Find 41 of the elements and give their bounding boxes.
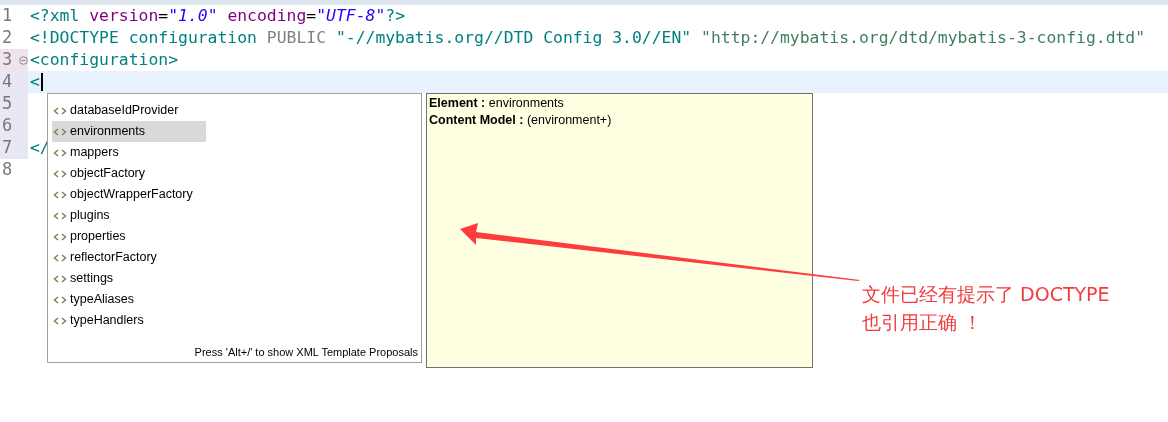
element-icon xyxy=(53,295,67,304)
proposal-item[interactable]: settings xyxy=(52,268,206,289)
collapse-icon[interactable] xyxy=(19,55,28,65)
element-icon xyxy=(53,211,67,220)
proposal-item[interactable]: typeAliases xyxy=(52,289,206,310)
hint-text: Press 'Alt+/' to show XML Template Proposals xyxy=(194,344,418,360)
proposal-item[interactable]: environments xyxy=(52,121,206,142)
annotation-text: 也引用正确 ！ xyxy=(862,310,984,335)
line-number: 7 xyxy=(2,136,13,160)
element-icon xyxy=(53,127,67,136)
element-icon xyxy=(53,148,67,157)
code-line: <!DOCTYPE configuration PUBLIC "-//mybatis.org//DTD Config 3.0//EN" "http://mybatis.org/dtd/mybatis-3-config.dtd" xyxy=(29,26,1146,49)
element-icon xyxy=(53,232,67,241)
proposal-item[interactable]: mappers xyxy=(52,142,206,163)
element-icon xyxy=(53,253,67,262)
proposal-item[interactable]: properties xyxy=(52,226,206,247)
element-icon xyxy=(53,169,67,178)
line-number: 4 xyxy=(2,70,13,94)
element-icon xyxy=(53,190,67,199)
line-number: 8 xyxy=(2,158,13,182)
line-number: 2 xyxy=(2,26,13,50)
line-number: 3 xyxy=(2,48,13,72)
element-icon xyxy=(53,274,67,283)
line-number: 6 xyxy=(2,114,13,138)
proposal-item[interactable]: databaseIdProvider xyxy=(52,100,206,121)
proposal-item[interactable]: objectWrapperFactory xyxy=(52,184,206,205)
info-text: Content Model : (environment+) xyxy=(429,112,613,129)
code-line: <configuration> xyxy=(29,48,179,71)
proposal-item[interactable]: typeHandlers xyxy=(52,310,206,331)
proposal-item[interactable]: objectFactory xyxy=(52,163,206,184)
annotation-text: 文件已经有提示了 DOCTYPE xyxy=(862,282,1110,307)
line-number: 5 xyxy=(2,92,13,116)
proposal-item[interactable]: reflectorFactory xyxy=(52,247,206,268)
element-icon xyxy=(53,316,67,325)
info-text: Element : environments xyxy=(429,95,565,112)
code-line: <?xml version="1.0" encoding="UTF-8"?> xyxy=(29,4,406,27)
line-number: 1 xyxy=(2,4,13,28)
element-icon xyxy=(53,106,67,115)
code-line: < xyxy=(28,69,43,95)
code-line: </ xyxy=(29,136,50,159)
proposal-item[interactable]: plugins xyxy=(52,205,206,226)
